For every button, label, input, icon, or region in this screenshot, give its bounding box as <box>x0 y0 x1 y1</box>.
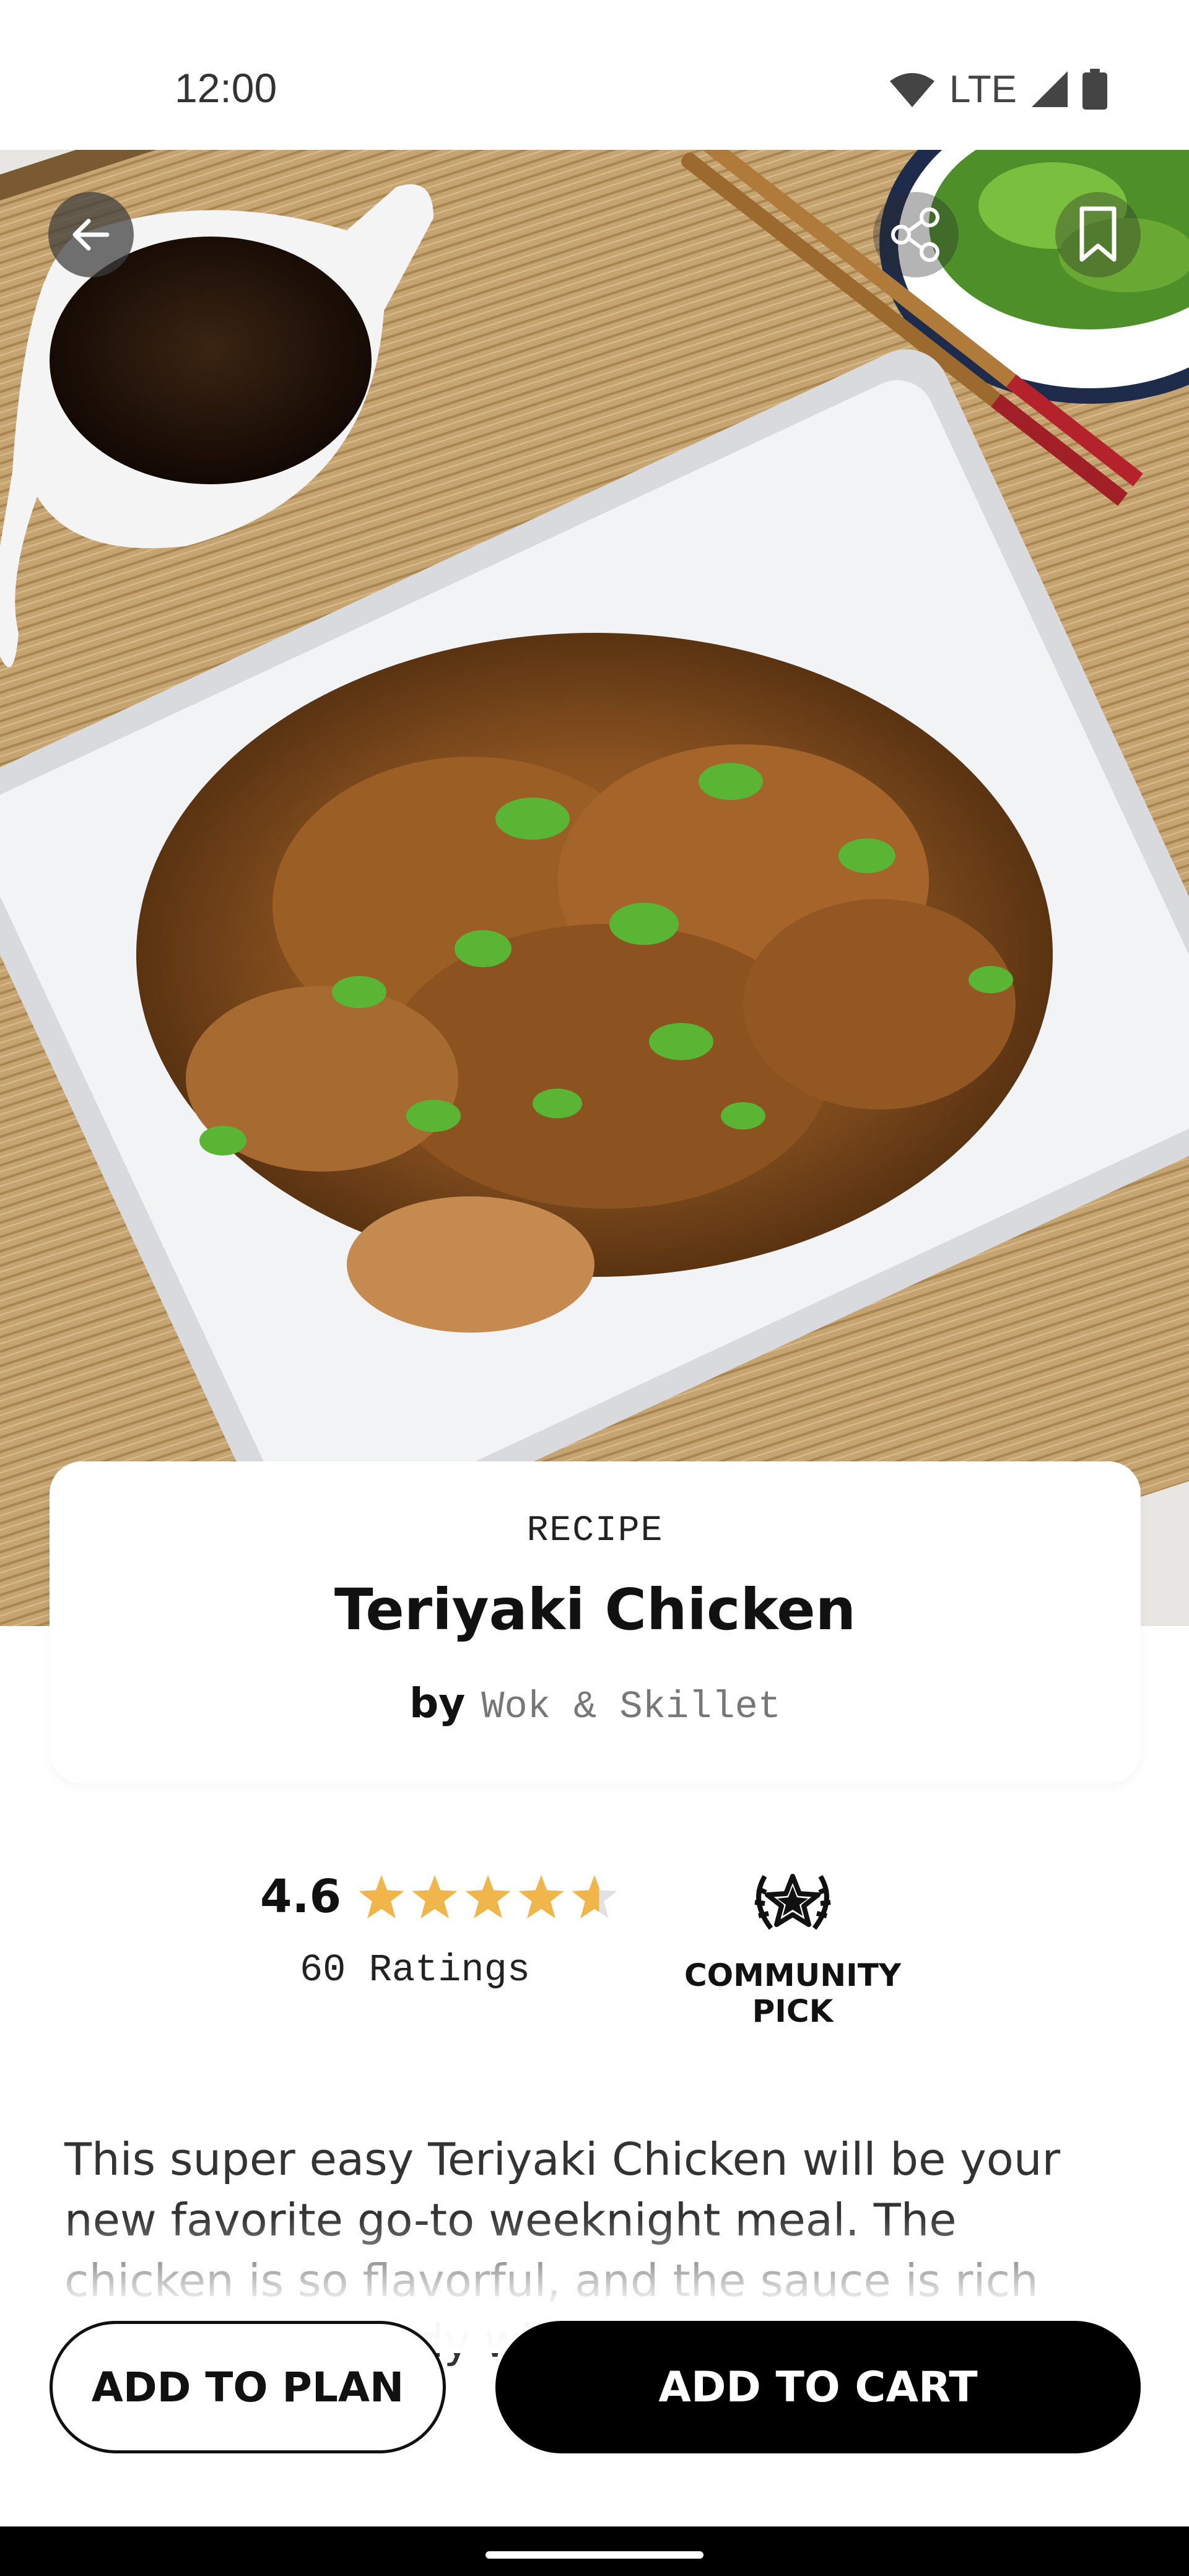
star-icon <box>518 1875 564 1918</box>
bookmark-icon <box>1079 206 1117 262</box>
laurel-star-icon <box>754 1874 831 1930</box>
battery-icon <box>1082 69 1107 110</box>
star-rating <box>359 1875 617 1918</box>
star-icon <box>412 1875 458 1918</box>
recipe-hero-image <box>0 150 1189 1626</box>
network-type: LTE <box>949 67 1017 111</box>
back-button[interactable] <box>48 192 134 277</box>
ratings-count: 60 Ratings <box>299 1948 531 1992</box>
recipe-byline: by Wok & Skillet <box>50 1679 1141 1729</box>
star-icon <box>359 1875 404 1918</box>
status-bar: 12:00 LTE <box>0 0 1189 150</box>
recipe-title-card: RECIPE Teriyaki Chicken by Wok & Skillet <box>50 1461 1141 1783</box>
teriyaki-chicken-photo <box>0 150 1189 1626</box>
author-name[interactable]: Wok & Skillet <box>481 1685 781 1729</box>
by-label: by <box>409 1679 466 1727</box>
star-half-icon <box>572 1875 617 1918</box>
community-pick-badge: COMMUNITY PICK <box>656 1864 929 2029</box>
back-arrow-icon <box>72 219 110 251</box>
share-icon <box>891 207 939 262</box>
recipe-title: Teriyaki Chicken <box>334 1577 856 1643</box>
share-button[interactable] <box>873 192 959 277</box>
star-icon <box>465 1875 511 1918</box>
home-indicator[interactable] <box>486 2551 703 2559</box>
rating-summary[interactable]: 4.6 60 Ratings <box>260 1870 619 1992</box>
add-to-plan-button[interactable]: ADD TO PLAN <box>50 2321 446 2453</box>
bookmark-button[interactable] <box>1055 192 1141 277</box>
add-to-cart-button[interactable]: ADD TO CART <box>495 2321 1141 2453</box>
status-time: 12:00 <box>175 65 277 111</box>
community-pick-label: COMMUNITY PICK <box>684 1957 902 2029</box>
cell-signal-icon <box>1032 71 1068 107</box>
recipe-kicker: RECIPE <box>526 1511 664 1551</box>
rating-value: 4.6 <box>260 1870 342 1923</box>
status-icons: LTE <box>889 64 1107 114</box>
wifi-icon <box>889 73 934 107</box>
